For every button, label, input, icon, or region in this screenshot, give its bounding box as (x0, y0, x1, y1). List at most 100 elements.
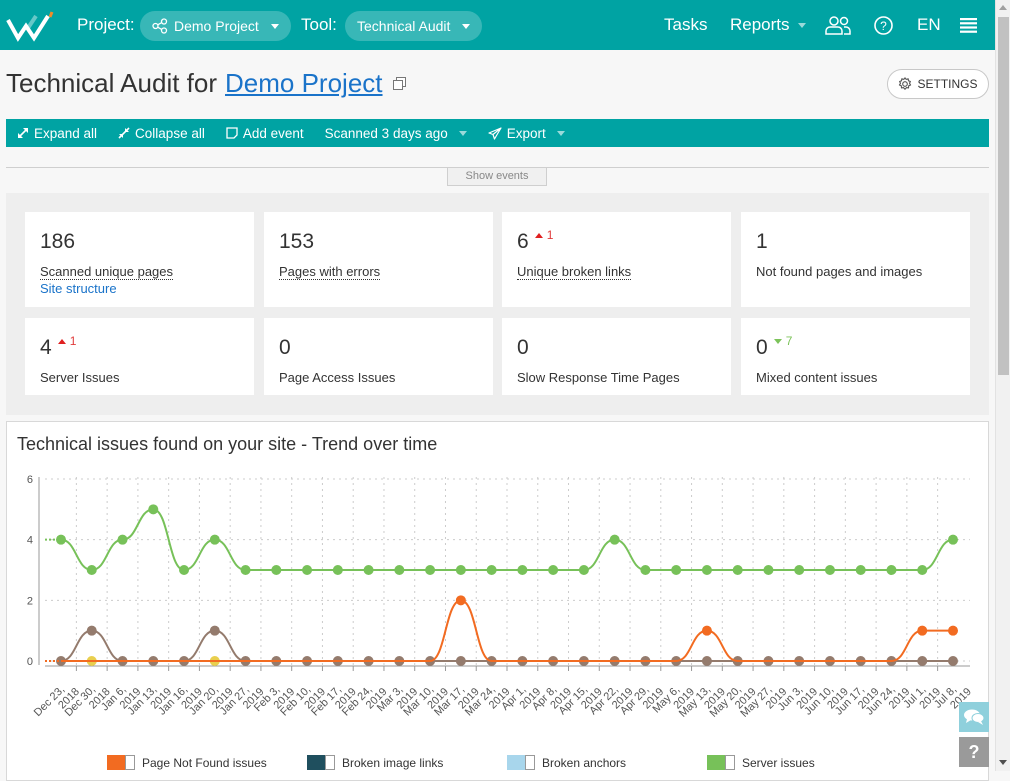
settings-button-label: SETTINGS (917, 77, 978, 91)
show-events-button[interactable]: Show events (447, 168, 547, 186)
page-title-prefix: Technical Audit for (6, 68, 218, 98)
legend-toggle[interactable] (707, 755, 735, 770)
data-point-brown-series (917, 656, 928, 666)
tool-selector-value: Technical Audit (357, 18, 451, 34)
card-server-issues: 4 1 Server Issues (25, 318, 254, 395)
legend-label: Broken image links (342, 755, 444, 770)
delta-badge: 1 (57, 334, 76, 348)
legend-label: Server issues (742, 755, 815, 770)
data-point-server-issues (548, 565, 559, 575)
arrow-down-icon (773, 338, 782, 344)
summary-cards: 186 Scanned unique pages Site structure … (6, 193, 989, 415)
legend-item-page-not-found[interactable]: Page Not Found issues (107, 755, 267, 770)
card-value-wrap: 0 7 (756, 334, 792, 360)
site-structure-link[interactable]: Site structure (40, 281, 117, 296)
arrow-up-icon (534, 232, 543, 238)
legend-item-server-issues[interactable]: Server issues (707, 755, 815, 770)
card-label[interactable]: Unique broken links (517, 264, 632, 280)
y-tick-label: 0 (27, 656, 33, 668)
legend-toggle[interactable] (507, 755, 535, 770)
hamburger-menu-icon[interactable] (960, 18, 977, 33)
card-label: Mixed content issues (756, 370, 878, 385)
card-label: Slow Response Time Pages (517, 370, 680, 385)
legend-toggle[interactable] (307, 755, 335, 770)
card-label[interactable]: Scanned unique pages (40, 264, 174, 280)
add-event-label: Add event (242, 125, 304, 141)
data-point-server-issues (425, 565, 436, 575)
card-value: 6 (517, 230, 529, 253)
card-value: 0 (756, 336, 768, 359)
data-point-server-issues (640, 565, 651, 575)
delta-badge: 1 (534, 228, 554, 242)
data-point-server-issues (363, 565, 374, 575)
page-scrollbar[interactable] (995, 0, 1010, 771)
expand-arrows-icon (18, 128, 28, 138)
trend-chart: 0246Dec 23,2018Dec 30,2018Jan 6,2019Jan … (27, 474, 974, 720)
data-point-server-issues (794, 565, 805, 575)
data-point-server-issues (209, 534, 220, 545)
scroll-up-icon[interactable] (999, 5, 1007, 10)
legend-label: Broken anchors (542, 755, 627, 770)
data-point-server-issues (486, 565, 497, 575)
y-tick-label: 2 (27, 595, 33, 607)
card-label: Server Issues (40, 370, 120, 385)
data-point-server-issues (148, 504, 159, 515)
card-label[interactable]: Pages with errors (279, 264, 381, 280)
legend-item-broken-image-links[interactable]: Broken image links (307, 755, 443, 770)
card-label: Not found pages and images (756, 264, 923, 279)
legend-label: Page Not Found issues (142, 755, 267, 770)
data-point-server-issues (455, 565, 466, 575)
data-point-server-issues (86, 565, 97, 575)
project-selector[interactable]: Demo Project (140, 11, 291, 41)
legend-item-broken-anchors[interactable]: Broken anchors (507, 755, 626, 770)
card-value: 186 (40, 230, 76, 253)
project-label: Project: (77, 15, 135, 34)
scrollbar-thumb[interactable] (998, 17, 1009, 375)
card-not-found: 1 Not found pages and images (741, 212, 970, 307)
chevron-down-icon (270, 23, 279, 29)
chevron-down-icon (458, 130, 467, 136)
data-point-server-issues (732, 565, 743, 575)
card-value: 0 (279, 336, 291, 359)
project-selector-value: Demo Project (174, 18, 259, 34)
card-value-wrap: 4 1 (40, 334, 76, 360)
data-point-server-issues (517, 565, 528, 575)
chat-bubbles-icon (964, 709, 985, 725)
data-point-server-issues (271, 565, 282, 575)
tool-selector[interactable]: Technical Audit (345, 11, 483, 41)
card-pages-with-errors: 153 Pages with errors (264, 212, 493, 307)
help-circle-icon[interactable]: ? (874, 16, 893, 35)
chat-button[interactable] (959, 702, 989, 732)
chevron-down-icon (462, 23, 471, 29)
collapse-all-button[interactable]: Collapse all (118, 126, 205, 141)
share-nodes-icon (152, 18, 168, 34)
data-point-server-issues (394, 565, 405, 575)
logo-icon[interactable] (6, 10, 56, 42)
scan-date-dropdown[interactable]: Scanned 3 days ago (325, 126, 467, 141)
card-value: 4 (40, 336, 52, 359)
card-value: 0 (517, 336, 529, 359)
card-value: 153 (279, 230, 315, 253)
data-point-server-issues (701, 565, 712, 575)
data-point-server-issues (855, 565, 866, 575)
users-icon[interactable] (825, 15, 851, 35)
data-point-brown-series (209, 625, 220, 636)
y-tick-label: 6 (27, 474, 33, 486)
export-dropdown[interactable]: Export (488, 126, 565, 141)
delta-value: 1 (546, 228, 554, 242)
card-slow-response: 0 Slow Response Time Pages (502, 318, 731, 395)
data-point-server-issues (302, 565, 313, 575)
settings-button[interactable]: SETTINGS (887, 69, 989, 99)
legend-toggle[interactable] (107, 755, 135, 770)
language-selector[interactable]: EN (917, 15, 941, 35)
top-navigation-bar: Project: Demo Project Tool: Technical Au… (0, 0, 995, 50)
expand-all-button[interactable]: Expand all (17, 126, 97, 141)
help-button[interactable]: ? (959, 737, 989, 767)
project-title-link[interactable]: Demo Project (225, 68, 383, 99)
nav-reports[interactable]: Reports (730, 15, 806, 35)
nav-tasks[interactable]: Tasks (664, 15, 707, 35)
open-copy-icon[interactable] (392, 77, 406, 90)
add-event-button[interactable]: Add event (226, 126, 304, 141)
scroll-down-icon[interactable] (999, 760, 1007, 765)
data-point-server-issues (332, 565, 343, 575)
